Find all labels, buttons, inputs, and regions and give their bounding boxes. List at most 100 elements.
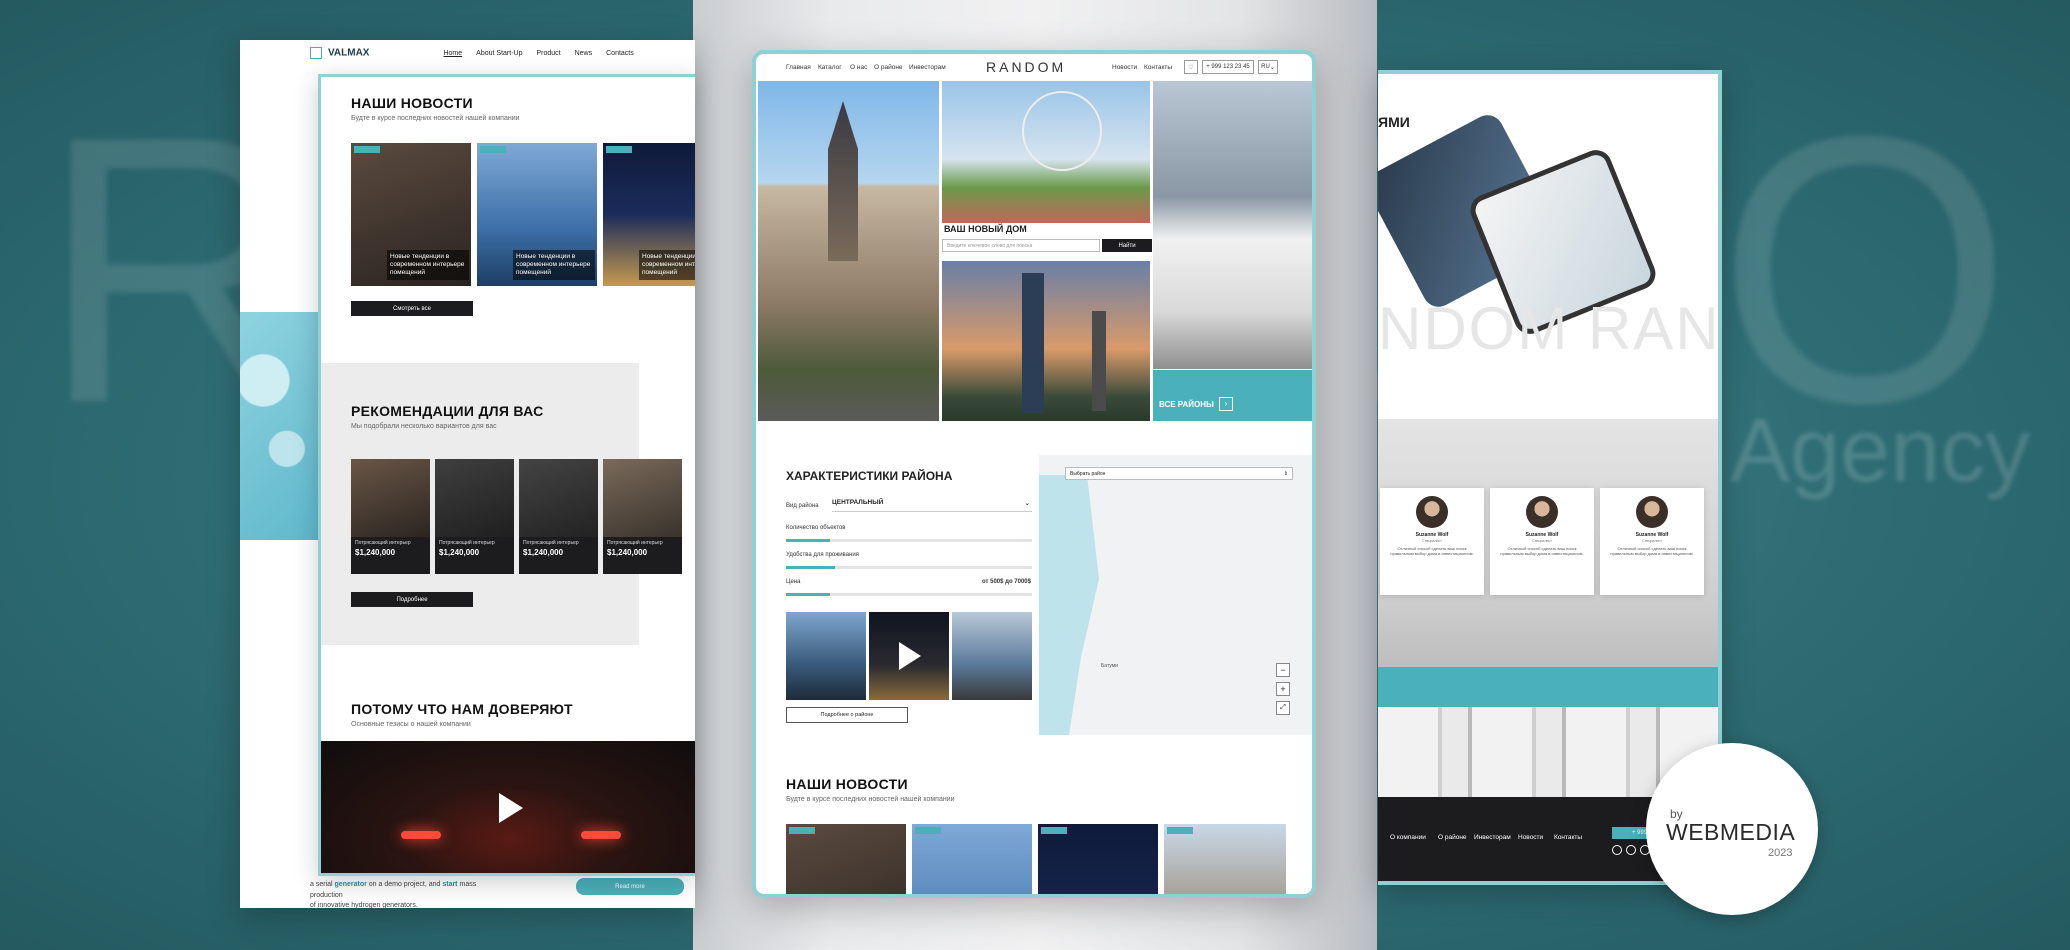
amenities-label: Удобства для проживания (786, 552, 859, 558)
hero-photo-ferris-wheel (942, 81, 1150, 223)
recommendation-card[interactable]: Потрясающий интерьер $1,240,000 (435, 459, 514, 574)
valmax-nav-news[interactable]: News (575, 50, 593, 57)
news-tag (1167, 827, 1193, 834)
valmax-nav-about[interactable]: About Start-Up (476, 50, 522, 57)
right-mockup: ЯМИ NDOM RAN Suzanne Wolf Специалист Отл… (1378, 70, 1722, 885)
objects-count-label: Количество объектов (786, 525, 846, 531)
news-tag (606, 146, 632, 153)
generator-link[interactable]: generator (335, 881, 367, 888)
badge-brand: WEBMEDIA (1666, 819, 1796, 845)
read-more-button[interactable]: Read more (576, 878, 684, 895)
left-bubbles-image (240, 312, 318, 540)
district-section-title: ХАРАКТЕРИСТИКИ РАЙОНА (786, 469, 953, 483)
news-card[interactable] (1038, 824, 1158, 894)
teal-band (1378, 667, 1718, 707)
district-map[interactable]: Выбрать район ⇕ Батуми − + ⤢ (1039, 455, 1312, 735)
district-photo[interactable] (952, 612, 1032, 700)
avatar (1416, 496, 1448, 528)
map-district-select[interactable]: Выбрать район ⇕ (1065, 467, 1293, 480)
map-label-batumi: Батуми (1101, 663, 1118, 669)
news-tag (480, 146, 506, 153)
valmax-nav-contacts[interactable]: Contacts (606, 50, 634, 57)
news-view-all-button[interactable]: Смотреть все (351, 301, 473, 316)
footer-link-contacts[interactable]: Контакты (1554, 834, 1582, 841)
news-card[interactable]: Новые тенденции в современном интерьере … (477, 143, 597, 286)
choose-property-button[interactable]: Выбрать недвижимость (912, 707, 1033, 723)
nav-investors[interactable]: Инвесторам (909, 64, 946, 71)
nav-contacts[interactable]: Контакты (1144, 64, 1172, 71)
valmax-nav-product[interactable]: Product (536, 50, 560, 57)
select-arrows-icon: ⇕ (1283, 471, 1288, 477)
news-card[interactable] (786, 824, 906, 894)
hero-photo-cathedral (758, 81, 939, 421)
hero-photo-clocktower (942, 261, 1150, 421)
recommendation-card[interactable]: Потрясающий интерьер $1,240,000 (351, 459, 430, 574)
price-slider[interactable] (786, 593, 1032, 596)
news-card[interactable]: Новые тенденции в современном интерьере … (603, 143, 695, 286)
recommendations-more-button[interactable]: Подробнее (351, 592, 473, 607)
social-icon[interactable] (1626, 845, 1636, 855)
phone-button[interactable]: + 999 123 23 45 (1202, 60, 1254, 74)
news-card[interactable]: Новые тенденции в современном интерьере … (351, 143, 471, 286)
home-search-input[interactable]: Введите ключевое слово для поиска (942, 239, 1100, 252)
nav-district[interactable]: О районе (874, 64, 903, 71)
team-card[interactable]: Suzanne Wolf Специалист Отличный способ … (1490, 488, 1594, 595)
nav-catalog[interactable]: Каталог (818, 64, 842, 71)
zoom-in-icon[interactable]: + (1276, 682, 1290, 696)
price-value: от 500$ до 7000$ (982, 579, 1031, 585)
news-card-caption: Новые тенденции в современном интерьере … (639, 249, 695, 280)
random-logo[interactable]: RANDOM (986, 59, 1066, 75)
district-more-button[interactable]: Подробнее о районе (786, 707, 908, 723)
right-watermark: NDOM RAN (1378, 295, 1721, 362)
trust-section-subtitle: Основные тезисы о нашей компании (351, 721, 471, 728)
footer-link-company[interactable]: О компании (1390, 834, 1426, 841)
home-search-button[interactable]: Найти (1102, 239, 1152, 252)
team-card[interactable]: Suzanne Wolf Специалист Отличный способ … (1380, 488, 1484, 595)
footer-link-investors[interactable]: Инвесторам (1474, 834, 1511, 841)
recommendation-card[interactable]: Потрясающий интерьер $1,240,000 (519, 459, 598, 574)
valmax-logo-icon (310, 47, 322, 59)
center-news-title: НАШИ НОВОСТИ (786, 776, 908, 792)
district-type-select[interactable]: ЦЕНТРАЛЬНЫЙ ⌄ (832, 499, 1032, 512)
team-card[interactable]: Suzanne Wolf Специалист Отличный способ … (1600, 488, 1704, 595)
recommendation-card[interactable]: Потрясающий интерьер $1,240,000 (603, 459, 682, 574)
start-link[interactable]: start (442, 881, 457, 888)
map-water (1039, 475, 1099, 735)
favorites-icon[interactable]: ♡ (1184, 60, 1198, 74)
social-icon[interactable] (1612, 845, 1622, 855)
left-mockup-front: НАШИ НОВОСТИ Будте в курсе последних нов… (318, 74, 695, 876)
footer-link-district[interactable]: О районе (1438, 834, 1467, 841)
news-card[interactable] (1164, 824, 1286, 894)
valmax-nav-home[interactable]: Home (443, 50, 462, 57)
all-districts-panel[interactable]: ВСЕ РАЙОНЫ › (1153, 370, 1312, 421)
background-agency: Agency (1730, 401, 2031, 501)
news-tag (354, 146, 380, 153)
nav-about[interactable]: О нас (850, 64, 867, 71)
drone-video[interactable] (321, 741, 695, 873)
objects-count-slider[interactable] (786, 539, 1032, 542)
arrow-right-icon[interactable]: › (1219, 397, 1233, 411)
nav-news[interactable]: Новости (1112, 64, 1137, 71)
language-select[interactable]: RU ⌄ (1258, 60, 1278, 74)
nav-home[interactable]: Главная (786, 64, 811, 71)
news-card-caption: Новые тенденции в современном интерьере … (387, 249, 469, 280)
drone-light-right (581, 831, 621, 839)
valmax-logo[interactable]: VALMAX (310, 47, 369, 59)
hero-photo-stadium (1153, 81, 1312, 369)
price-label: Цена (786, 579, 801, 585)
play-icon[interactable] (499, 793, 523, 823)
amenities-slider[interactable] (786, 566, 1032, 569)
footer-link-news[interactable]: Новости (1518, 834, 1543, 841)
fullscreen-icon[interactable]: ⤢ (1276, 701, 1290, 715)
bottom-paragraph: a serial generator on a demo project, an… (310, 881, 477, 909)
news-tag (915, 827, 941, 834)
random-navbar: Главная Каталог О нас О районе Инвестора… (756, 54, 1312, 80)
center-mockup: Главная Каталог О нас О районе Инвестора… (752, 50, 1316, 898)
district-photo[interactable] (786, 612, 866, 700)
zoom-out-icon[interactable]: − (1276, 663, 1290, 677)
news-tag (789, 827, 815, 834)
play-icon[interactable] (899, 642, 921, 670)
district-video[interactable] (869, 612, 949, 700)
news-card[interactable] (912, 824, 1032, 894)
trust-section-title: ПОТОМУ ЧТО НАМ ДОВЕРЯЮТ (351, 701, 573, 717)
